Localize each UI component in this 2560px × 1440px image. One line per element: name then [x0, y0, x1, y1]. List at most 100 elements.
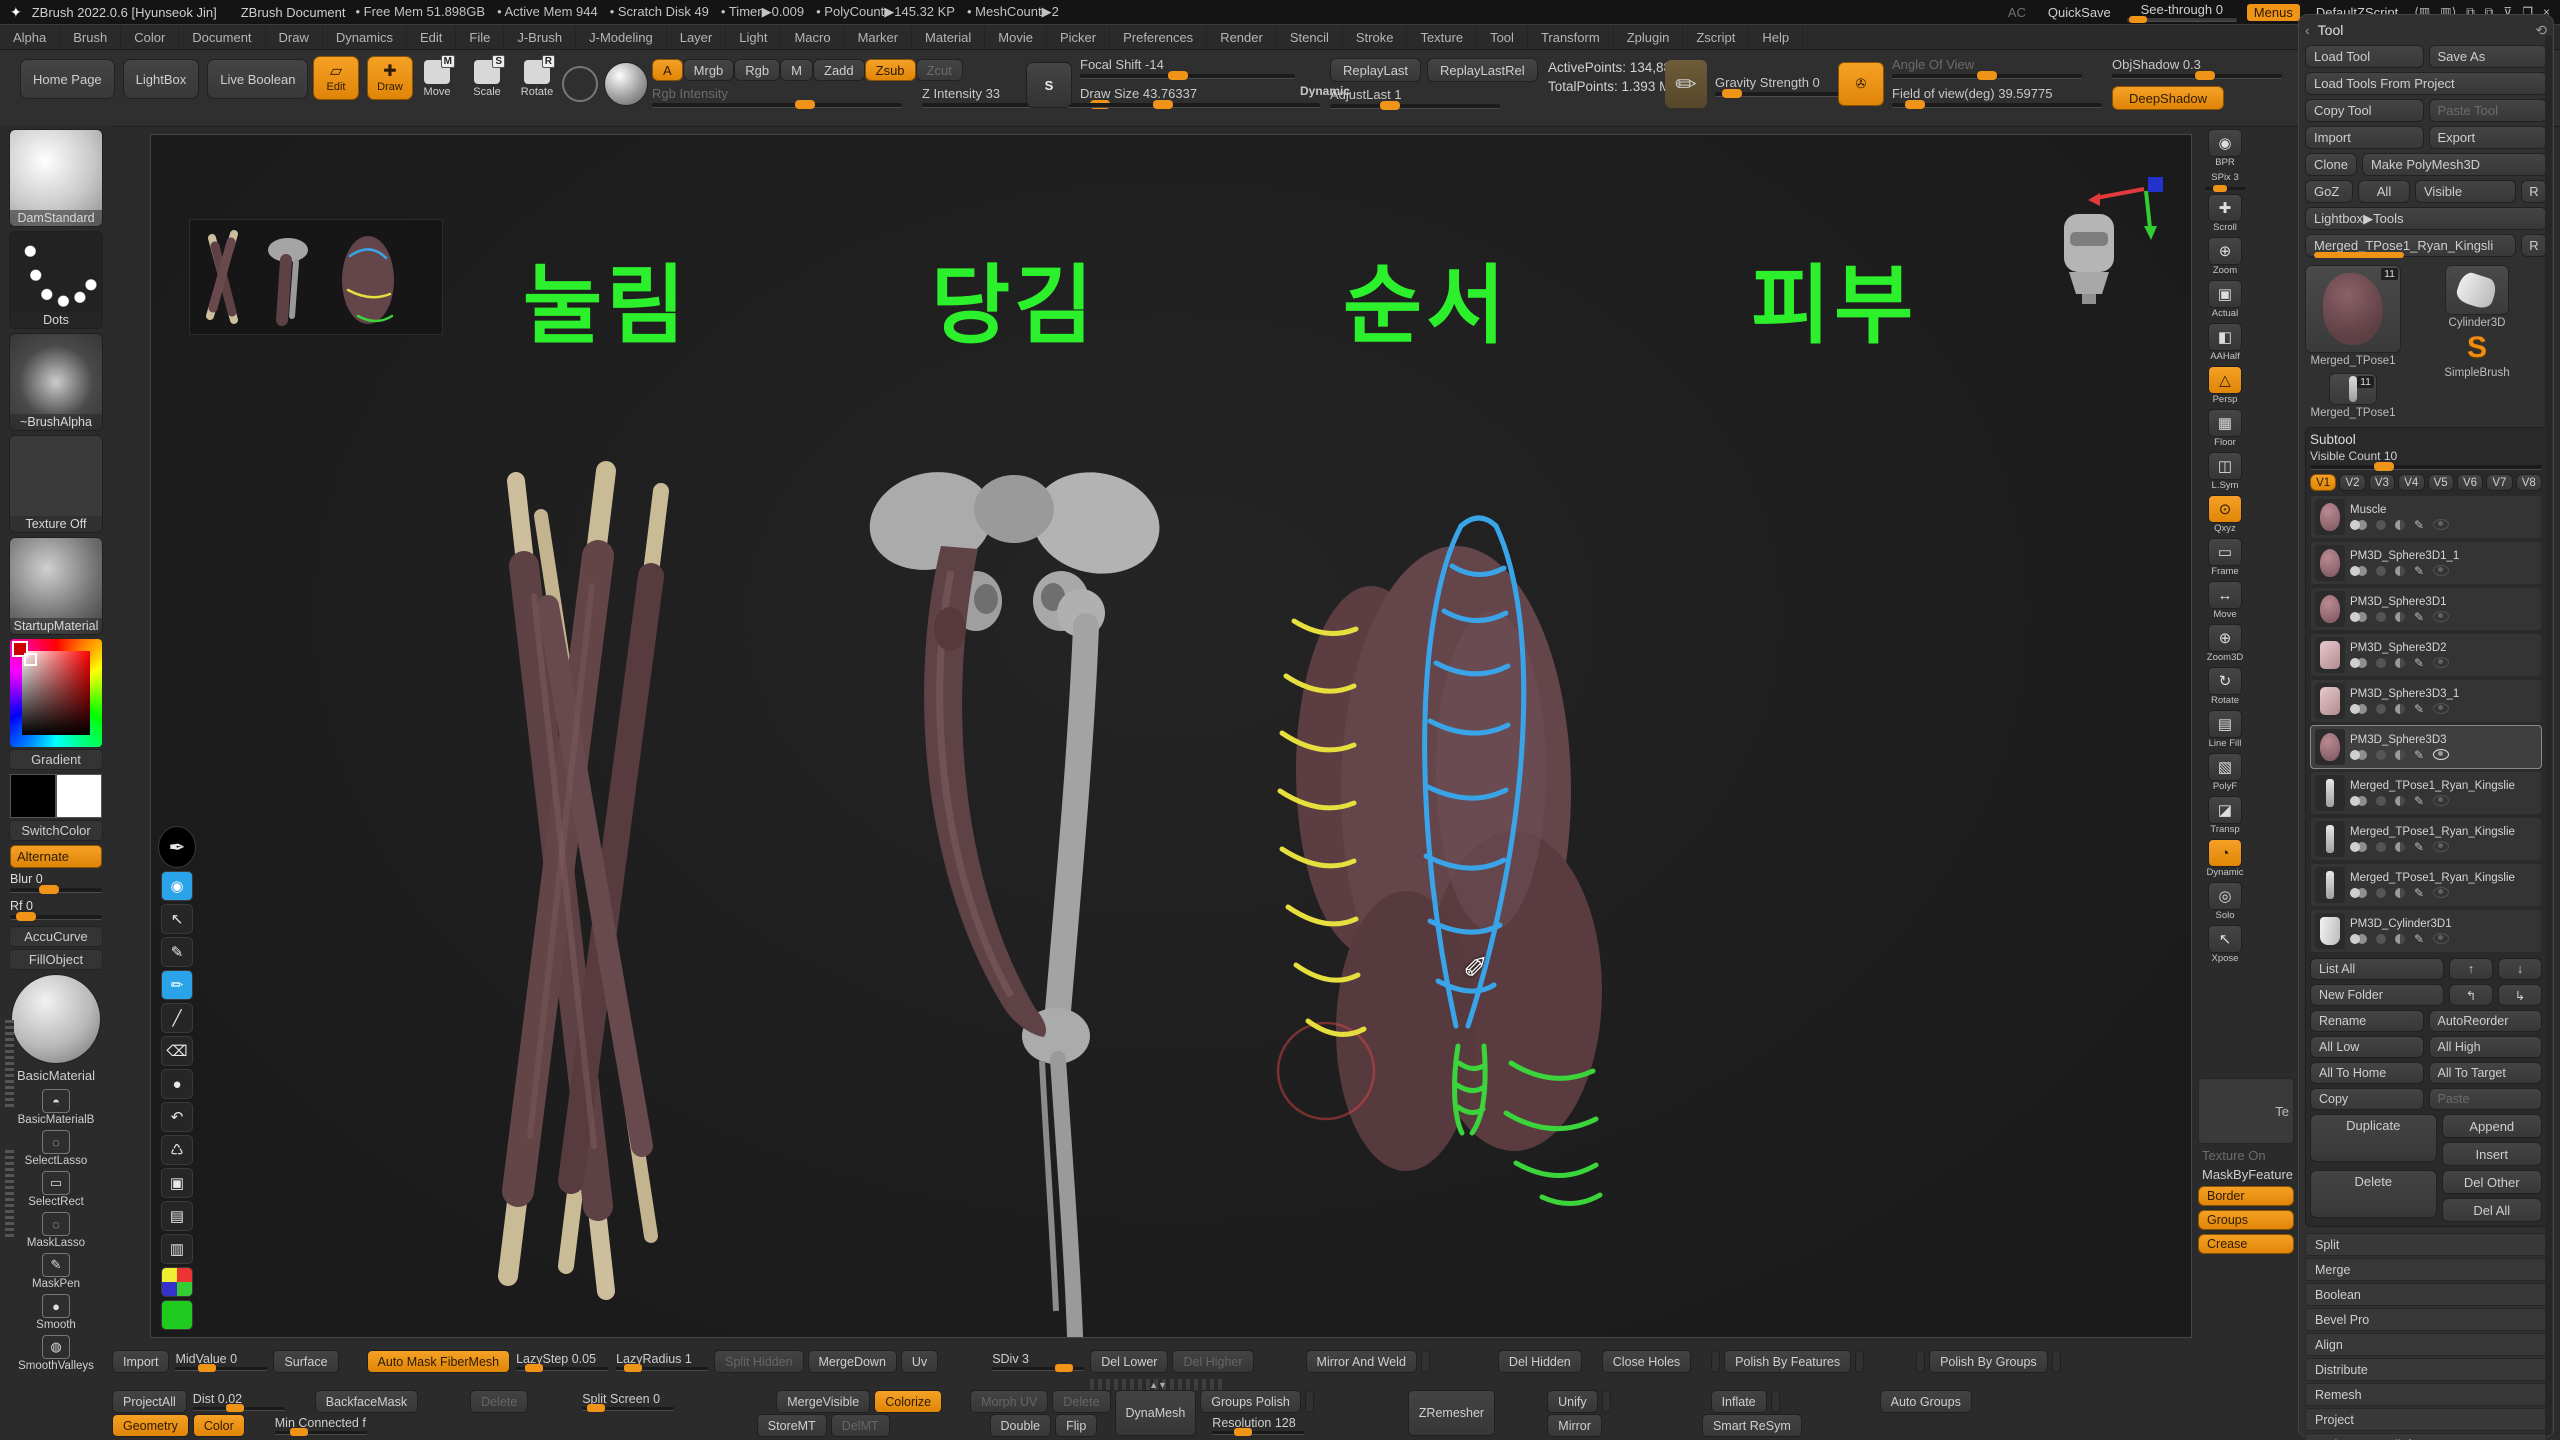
bottom-bar-item[interactable]: Min Connected f: [273, 1414, 369, 1437]
eye-icon[interactable]: [2433, 565, 2449, 576]
polyframe-button[interactable]: ▧ PolyF: [2203, 752, 2247, 793]
adjust-last-slider[interactable]: AdjustLast 1: [1330, 88, 1500, 109]
subtool-down-button[interactable]: ↓: [2498, 958, 2542, 980]
stencil-icon[interactable]: [562, 66, 598, 102]
line-fill-button[interactable]: ▤ Line Fill: [2203, 709, 2247, 750]
fillobject-button[interactable]: FillObject: [9, 949, 103, 970]
groups-button[interactable]: Groups: [2198, 1210, 2294, 1230]
bottom-bar-item[interactable]: BackfaceMask: [315, 1390, 418, 1413]
screen-icon[interactable]: ▣: [161, 1168, 193, 1198]
bottom-bar-item[interactable]: Close Holes: [1602, 1350, 1691, 1373]
smooth-valleys-brush[interactable]: ◍ SmoothValleys: [10, 1333, 102, 1374]
eye-icon[interactable]: [2433, 657, 2449, 668]
eye-icon[interactable]: [2433, 841, 2449, 852]
del-other-button[interactable]: Del Other: [2442, 1170, 2543, 1194]
rotate-button[interactable]: R Rotate: [514, 60, 560, 98]
goz-visible-button[interactable]: Visible: [2415, 180, 2516, 203]
draw-size-slider[interactable]: Draw Size 43.76337: [1080, 87, 1320, 108]
texture-preview[interactable]: Te: [2198, 1078, 2294, 1144]
bottom-bar-item[interactable]: Del Hidden: [1498, 1350, 1582, 1373]
qxyz-button[interactable]: ⊙ Qxyz: [2203, 494, 2247, 535]
make-polymesh3d-button[interactable]: Make PolyMesh3D: [2362, 153, 2547, 176]
brush-icon[interactable]: ✎: [2414, 566, 2424, 576]
uv-icon[interactable]: [2376, 704, 2386, 714]
eye-icon[interactable]: [2433, 519, 2449, 530]
list-all-button[interactable]: List All: [2310, 958, 2444, 980]
draw-button[interactable]: ✚ Draw: [367, 56, 413, 100]
menu-item[interactable]: Macro: [781, 25, 844, 49]
polypaint-icon[interactable]: [2350, 658, 2360, 668]
subtool-header[interactable]: Subtool: [2310, 432, 2542, 447]
menu-item[interactable]: Preferences: [1110, 25, 1207, 49]
menu-item[interactable]: Zscript: [1683, 25, 1749, 49]
anchor-mode-button[interactable]: A: [652, 59, 683, 81]
bottom-bar-item[interactable]: Polish By Features: [1724, 1350, 1851, 1373]
active-tool-button[interactable]: Merged_TPose1_Ryan_Kingsli: [2305, 234, 2516, 257]
delete-subtool-button[interactable]: Delete: [2310, 1170, 2437, 1218]
subtool-list-item[interactable]: Merged_TPose1_Ryan_Kingslie ✎: [2310, 771, 2542, 815]
actual-button[interactable]: ▣ Actual: [2203, 279, 2247, 320]
displacement-icon[interactable]: [2395, 612, 2405, 622]
paste-subtool-button[interactable]: Paste: [2429, 1088, 2543, 1110]
uv-icon[interactable]: [2376, 796, 2386, 806]
bottom-bar-item[interactable]: Geometry: [112, 1414, 189, 1437]
brush-icon[interactable]: ✎: [2414, 612, 2424, 622]
menu-item[interactable]: J-Brush: [504, 25, 576, 49]
menu-item[interactable]: Tool: [1477, 25, 1528, 49]
color-picker[interactable]: [10, 639, 102, 747]
panel-scrollbar[interactable]: [2545, 35, 2552, 1435]
rotate3d-button[interactable]: ↻ Rotate: [2203, 666, 2247, 707]
polypaint-icon[interactable]: [2350, 842, 2360, 852]
material-b-picker[interactable]: ◓ BasicMaterialB: [10, 1087, 102, 1128]
eye-icon[interactable]: [2433, 933, 2449, 944]
bottom-bar-item[interactable]: ProjectAll: [112, 1390, 187, 1413]
menu-item[interactable]: File: [456, 25, 504, 49]
polypaint-icon[interactable]: [2350, 566, 2360, 576]
goz-r-button[interactable]: R: [2521, 180, 2547, 203]
rgb-button[interactable]: Rgb: [734, 59, 780, 81]
scale-button[interactable]: S Scale: [464, 60, 510, 98]
paste-tool-button[interactable]: Paste Tool: [2429, 99, 2548, 122]
current-material-sphere[interactable]: [604, 62, 648, 106]
texture-on-toggle[interactable]: Texture On: [2198, 1148, 2294, 1163]
subtool-list-item[interactable]: PM3D_Sphere3D1_1 ✎: [2310, 541, 2542, 585]
palette-icon[interactable]: [161, 1267, 193, 1297]
eye-icon[interactable]: [2433, 703, 2449, 714]
move-button[interactable]: M Move: [414, 60, 460, 98]
dynamic-button[interactable]: ◔ Dynamic: [2203, 838, 2247, 879]
bottom-bar-item[interactable]: Uv: [901, 1350, 938, 1373]
bottom-bar-item[interactable]: [1916, 1350, 1925, 1373]
bottom-bar-item[interactable]: Resolution 128: [1210, 1414, 1306, 1437]
frame-button[interactable]: ▭ Frame: [2203, 537, 2247, 578]
subtool-view-tab[interactable]: V8: [2516, 474, 2542, 491]
subtool-list-item[interactable]: PM3D_Sphere3D3 ✎: [2310, 725, 2542, 769]
bottom-bar-item[interactable]: Morph UV: [970, 1390, 1048, 1413]
menu-item[interactable]: Movie: [985, 25, 1047, 49]
eye-icon[interactable]: [2433, 795, 2449, 806]
new-folder-button[interactable]: New Folder: [2310, 984, 2444, 1006]
edit-button[interactable]: ▱ Edit: [313, 56, 359, 100]
smooth-brush[interactable]: ● Smooth: [10, 1292, 102, 1333]
document-canvas[interactable]: 눌림당김순서피부: [150, 134, 2192, 1338]
copy-subtool-button[interactable]: Copy: [2310, 1088, 2424, 1110]
bottom-bar-item[interactable]: Import: [112, 1350, 169, 1373]
bottom-bar-item[interactable]: LazyStep 0.05: [514, 1350, 610, 1373]
menu-item[interactable]: Stroke: [1343, 25, 1408, 49]
menu-item[interactable]: Transform: [1528, 25, 1614, 49]
bottom-bar-item[interactable]: LazyRadius 1: [614, 1350, 710, 1373]
fold-up-button[interactable]: ↰: [2449, 984, 2493, 1006]
insert-button[interactable]: Insert: [2442, 1142, 2543, 1166]
bottom-bar-item[interactable]: Delete: [1052, 1390, 1110, 1413]
shelf-scroll-strip[interactable]: [5, 1020, 14, 1108]
bottom-bar-item[interactable]: Auto Groups: [1880, 1390, 1972, 1413]
visible-count-slider[interactable]: Visible Count 10: [2310, 449, 2542, 470]
displacement-icon[interactable]: [2395, 566, 2405, 576]
bottom-bar-item[interactable]: MergeDown: [808, 1350, 897, 1373]
subtool-list-item[interactable]: PM3D_Cylinder3D1 ✎: [2310, 909, 2542, 953]
subtool-view-tab[interactable]: V2: [2339, 474, 2365, 491]
trash-icon[interactable]: ♺: [161, 1135, 193, 1165]
subtool-list-item[interactable]: PM3D_Sphere3D3_1 ✎: [2310, 679, 2542, 723]
zadd-button[interactable]: Zadd: [813, 59, 865, 81]
bottom-bar-item[interactable]: MergeVisible: [776, 1390, 870, 1413]
alternate-button[interactable]: Alternate: [10, 845, 102, 868]
